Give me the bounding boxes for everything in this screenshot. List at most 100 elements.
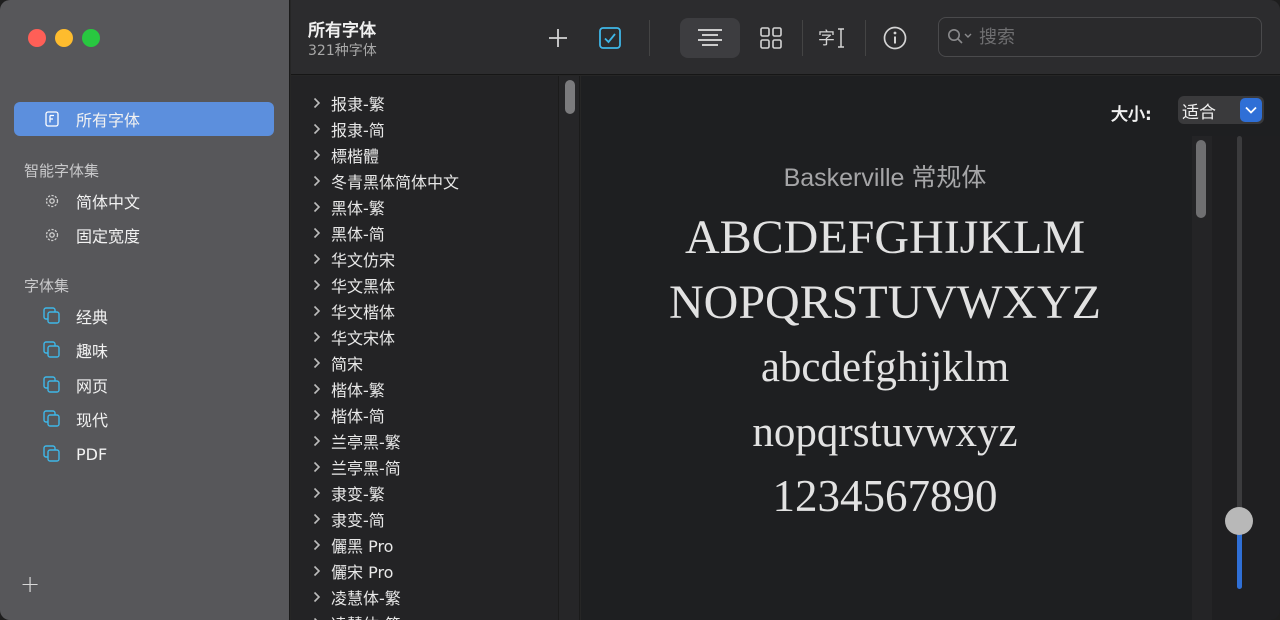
font-family-label: 儷黑 Pro [331, 537, 394, 556]
font-family-label: 凌慧体-繁 [331, 589, 401, 608]
font-family-label: 隶变-繁 [331, 485, 385, 504]
text-cursor-icon: 字 [818, 28, 844, 49]
info-icon [883, 26, 907, 50]
size-select[interactable]: 适合 [1178, 96, 1264, 124]
font-family-label: 兰亭黑-繁 [331, 433, 401, 452]
sample-lowercase-1: abcdefghijklm [760, 344, 1010, 391]
sidebar-item-modern[interactable]: 现代 [14, 402, 274, 436]
sidebar-item-label: 固定宽度 [76, 227, 141, 246]
collection-icon [42, 306, 62, 326]
sidebar-item-simplified-chinese[interactable]: 简体中文 [14, 184, 274, 218]
sidebar-item-fixed-width[interactable]: 固定宽度 [14, 218, 274, 252]
font-count: 321种字体 [308, 43, 377, 59]
chevron-right-icon[interactable] [291, 253, 331, 265]
validate-font-button[interactable] [593, 18, 627, 58]
chevron-right-icon[interactable] [291, 565, 331, 577]
minimize-window-button[interactable] [55, 29, 73, 47]
font-family-row[interactable]: 兰亭黑-繁 [291, 428, 558, 454]
sample-view-button[interactable] [680, 18, 740, 58]
collection-icon [42, 340, 62, 360]
chevron-right-icon[interactable] [291, 435, 331, 447]
sample-lowercase-2: nopqrstuvwxyz [752, 409, 1018, 456]
font-family-label: 报隶-繁 [331, 95, 385, 114]
chevron-right-icon[interactable] [291, 409, 331, 421]
smart-collections-header: 智能字体集 [24, 162, 100, 180]
font-family-row[interactable]: 楷体-简 [291, 402, 558, 428]
font-family-row[interactable]: 报隶-繁 [291, 90, 558, 116]
preview-font-name: Baskerville 常规体 [783, 164, 987, 192]
sidebar-item-classic[interactable]: 经典 [14, 299, 274, 333]
chevron-down-icon [1240, 98, 1262, 122]
chevron-right-icon[interactable] [291, 331, 331, 343]
chevron-right-icon[interactable] [291, 383, 331, 395]
sidebar-item-label: 网页 [76, 377, 109, 396]
sidebar-item-label: PDF [76, 444, 108, 464]
font-family-row[interactable]: 儷宋 Pro [291, 558, 558, 584]
sidebar-item-web[interactable]: 网页 [14, 368, 274, 402]
font-preview: 大小: 适合 Baskerville 常规体 ABCDEFGHIJKLM NOP… [581, 76, 1280, 620]
font-family-row[interactable]: 楷体-繁 [291, 376, 558, 402]
collection-icon [42, 375, 62, 395]
add-font-button[interactable] [541, 18, 575, 58]
plus-icon [549, 29, 567, 47]
font-family-row[interactable]: 华文宋体 [291, 324, 558, 350]
font-list-scrollbar[interactable] [558, 76, 580, 620]
font-family-label: 楷体-简 [331, 407, 385, 426]
add-collection-button[interactable]: + [20, 570, 40, 598]
chevron-right-icon[interactable] [291, 539, 331, 551]
chevron-right-icon[interactable] [291, 487, 331, 499]
sample-uppercase-2: NOPQRSTUVWXYZ [669, 276, 1101, 329]
font-family-row[interactable]: 华文黑体 [291, 272, 558, 298]
chevron-right-icon[interactable] [291, 357, 331, 369]
font-family-row[interactable]: 隶变-繁 [291, 480, 558, 506]
size-slider[interactable] [1212, 136, 1280, 620]
font-family-label: 简宋 [331, 355, 364, 374]
info-button[interactable] [877, 18, 913, 58]
zoom-window-button[interactable] [82, 29, 100, 47]
chevron-right-icon[interactable] [291, 279, 331, 291]
chevron-right-icon[interactable] [291, 123, 331, 135]
font-family-row[interactable]: 兰亭黑-简 [291, 454, 558, 480]
search-input[interactable] [979, 26, 1239, 48]
font-family-row[interactable]: 黑体-简 [291, 220, 558, 246]
font-family-row[interactable]: 標楷體 [291, 142, 558, 168]
sidebar: 所有字体 智能字体集 简体中文 固定宽度 字体集 经典 趣味 网页 现代 PDF… [0, 0, 290, 620]
scrollbar-thumb[interactable] [565, 80, 575, 114]
font-family-row[interactable]: 儷黑 Pro [291, 532, 558, 558]
chevron-right-icon[interactable] [291, 591, 331, 603]
grid-view-button[interactable] [751, 18, 791, 58]
search-field[interactable] [938, 17, 1262, 57]
sidebar-item-label: 所有字体 [76, 111, 141, 130]
chevron-right-icon[interactable] [291, 175, 331, 187]
font-family-label: 黑体-繁 [331, 199, 385, 218]
chevron-right-icon[interactable] [291, 97, 331, 109]
chevron-right-icon[interactable] [291, 201, 331, 213]
font-family-row[interactable]: 华文仿宋 [291, 246, 558, 272]
chevron-right-icon[interactable] [291, 149, 331, 161]
scrollbar-thumb[interactable] [1196, 140, 1206, 218]
chevron-right-icon[interactable] [291, 513, 331, 525]
sample-uppercase-1: ABCDEFGHIJKLM [684, 211, 1086, 264]
slider-knob[interactable] [1225, 507, 1253, 536]
font-family-row[interactable]: 简宋 [291, 350, 558, 376]
sidebar-item-fun[interactable]: 趣味 [14, 333, 274, 367]
font-family-row[interactable]: 冬青黑体简体中文 [291, 168, 558, 194]
close-window-button[interactable] [28, 29, 46, 47]
custom-text-button[interactable]: 字 [813, 18, 853, 58]
toolbar: 所有字体 321种字体 字 [291, 0, 1280, 75]
chevron-right-icon[interactable] [291, 227, 331, 239]
font-family-row[interactable]: 报隶-简 [291, 116, 558, 142]
search-icon [947, 28, 973, 46]
font-family-row[interactable]: 黑体-繁 [291, 194, 558, 220]
checkbox-icon [599, 27, 621, 49]
font-family-row[interactable]: 隶变-简 [291, 506, 558, 532]
sidebar-item-all-fonts[interactable]: 所有字体 [14, 102, 274, 136]
font-family-row[interactable]: 华文楷体 [291, 298, 558, 324]
sidebar-item-label: 现代 [76, 411, 109, 430]
chevron-right-icon[interactable] [291, 461, 331, 473]
font-family-row[interactable]: 凌慧体-简 [291, 610, 558, 620]
chevron-right-icon[interactable] [291, 305, 331, 317]
preview-scrollbar[interactable] [1192, 136, 1212, 620]
font-family-row[interactable]: 凌慧体-繁 [291, 584, 558, 610]
sidebar-item-pdf[interactable]: PDF [14, 437, 274, 471]
